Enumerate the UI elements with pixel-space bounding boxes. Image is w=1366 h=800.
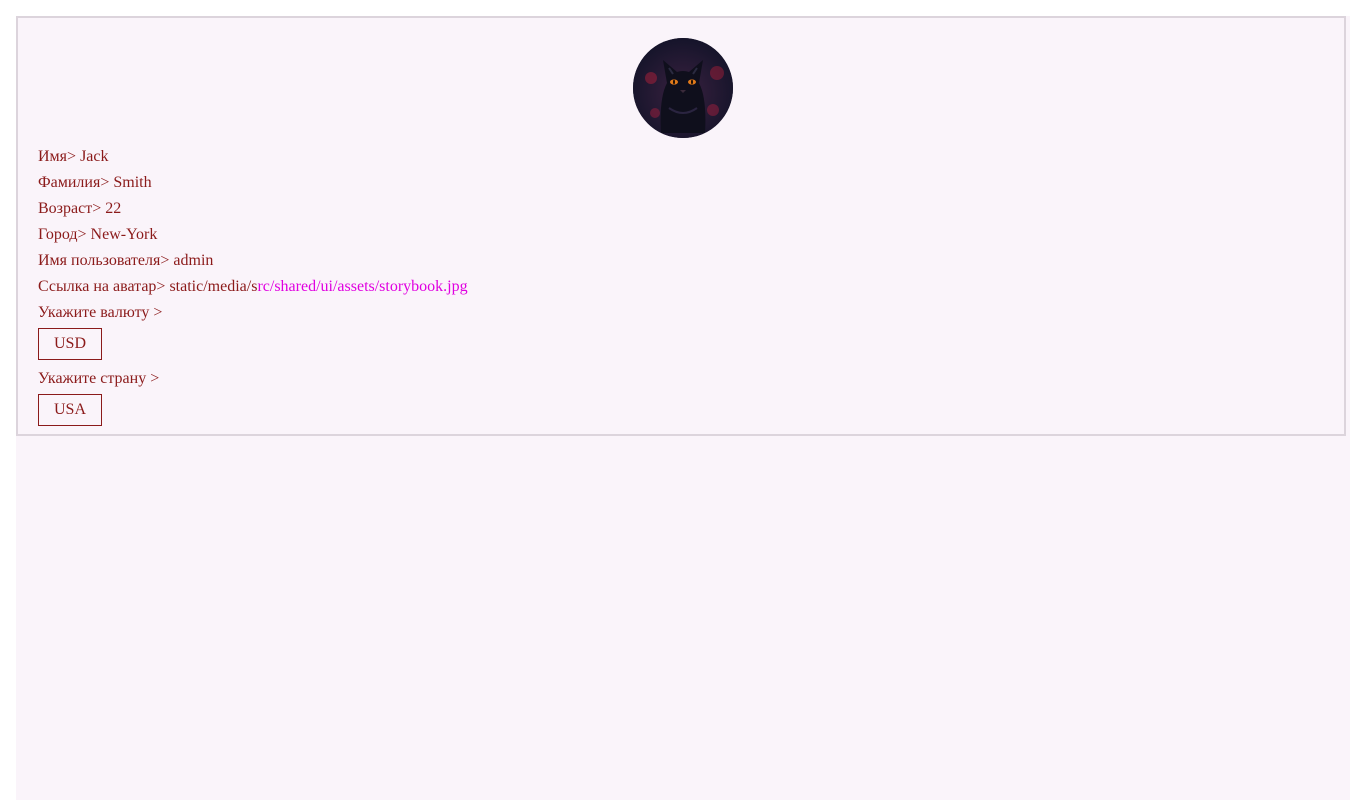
avatar	[633, 38, 733, 138]
currency-label: Укажите валюту >	[38, 304, 163, 321]
avatar-link-value-prefix: static/media/s	[169, 278, 258, 295]
country-label: Укажите страну >	[38, 370, 160, 387]
last-name-value: Smith	[113, 174, 152, 191]
last-name-label: Фамилия>	[38, 174, 110, 191]
first-name-label: Имя>	[38, 148, 77, 165]
avatar-link-label: Ссылка на аватар>	[38, 278, 166, 295]
profile-card: Имя> Jack Фамилия> Smith Возраст> 22 Гор…	[16, 16, 1346, 436]
city-label: Город>	[38, 226, 87, 243]
first-name-row: Имя> Jack	[38, 144, 468, 170]
country-select[interactable]: USA	[38, 394, 102, 426]
username-value: admin	[173, 252, 214, 269]
profile-fields: Имя> Jack Фамилия> Smith Возраст> 22 Гор…	[38, 144, 468, 432]
username-label: Имя пользователя>	[38, 252, 170, 269]
cat-avatar-icon	[633, 38, 733, 138]
currency-select[interactable]: USD	[38, 328, 102, 360]
age-row: Возраст> 22	[38, 196, 468, 222]
username-row: Имя пользователя> admin	[38, 248, 468, 274]
avatar-link-row: Ссылка на аватар> static/media/src/share…	[38, 274, 468, 300]
city-row: Город> New-York	[38, 222, 468, 248]
age-label: Возраст>	[38, 200, 102, 217]
last-name-row: Фамилия> Smith	[38, 170, 468, 196]
country-selected-value: USA	[53, 401, 86, 418]
currency-selected-value: USD	[53, 335, 86, 352]
age-value: 22	[105, 200, 122, 217]
city-value: New-York	[90, 226, 158, 243]
first-name-value: Jack	[80, 148, 109, 165]
avatar-link-value-suffix: rc/shared/ui/assets/storybook.jpg	[257, 278, 468, 295]
